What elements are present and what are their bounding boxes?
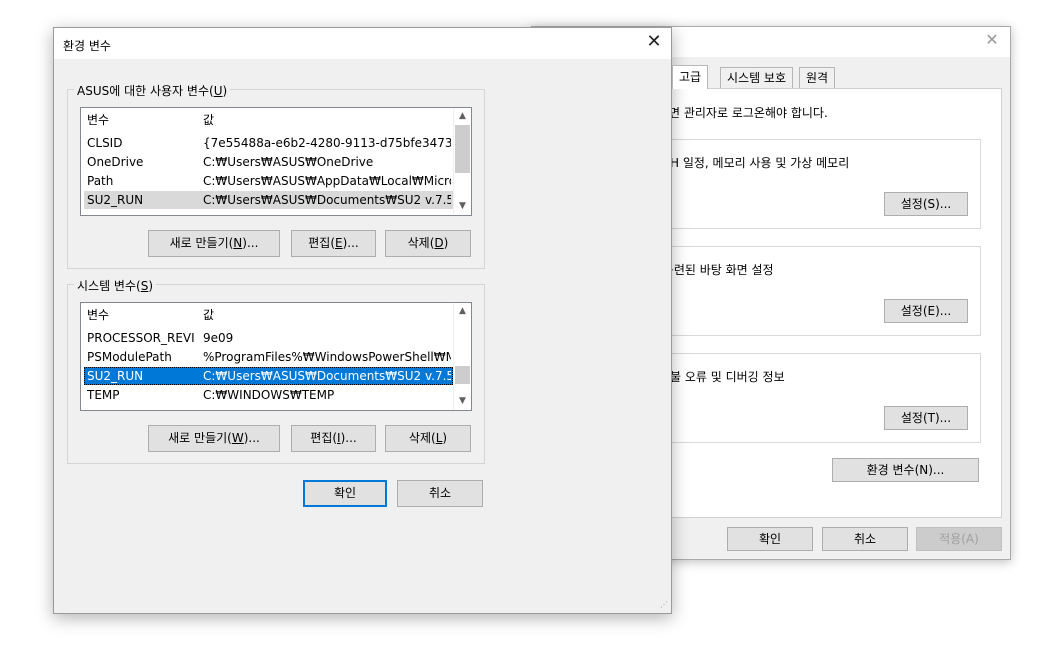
apply-button[interactable]: 적용(A) [916,527,1002,551]
performance-group: H 일정, 메모리 사용 및 가상 메모리 설정(S)... [661,139,981,229]
ok-button[interactable]: 확인 [727,527,813,551]
user-edit-button[interactable]: 편집(E)... [291,230,376,257]
table-row[interactable]: PROCESSOR_REVI... 9e09 [84,329,453,347]
startup-recovery-settings-button[interactable]: 설정(T)... [884,406,968,430]
dialog-title: 환경 변수 [63,39,111,53]
column-header-value[interactable]: 값 [203,306,214,323]
close-icon[interactable]: ✕ [645,33,663,51]
table-row[interactable]: TEMP C:₩WINDOWS₩TEMP [84,386,453,404]
vertical-scrollbar[interactable]: ▲ ▼ [453,303,471,410]
table-row[interactable]: PathC:₩Users₩ASUS₩AppData₩Local₩Microso.… [84,172,453,190]
scroll-up-icon[interactable]: ▲ [454,108,471,125]
table-row-selected[interactable]: SU2_RUNC:₩Users₩ASUS₩Documents₩SU2 v.7.5… [84,191,453,209]
list-header: 변수 값 [81,303,471,323]
system-variables-legend: 시스템 변수(S) [74,277,157,294]
environment-variables-button[interactable]: 환경 변수(N)... [832,458,979,482]
user-variables-list[interactable]: 변수 값 CLSID {7e55488a-e6b2-4280-9113-d75bf… [80,107,472,216]
user-profiles-description: ·련된 바탕 화면 설정 [670,263,774,277]
table-row-selected[interactable]: SU2_RUNC:₩Users₩ASUS₩Documents₩SU2 v.7.5… [84,367,453,385]
user-new-button[interactable]: 새로 만들기(N)... [148,230,280,257]
list-header: 변수 값 [81,108,471,128]
system-variables-list[interactable]: 변수 값 PROCESSOR_REVI... 9e09 PSModulePath%… [80,302,472,411]
performance-settings-button[interactable]: 설정(S)... [884,192,968,216]
startup-recovery-group: 불 오류 및 디버깅 정보 설정(T)... [661,353,981,443]
startup-recovery-description: 불 오류 및 디버깅 정보 [670,370,785,384]
cancel-button[interactable]: 취소 [397,480,483,507]
column-header-value[interactable]: 값 [203,111,214,128]
scroll-thumb[interactable] [455,366,470,384]
user-profiles-settings-button[interactable]: 설정(E)... [884,299,968,323]
system-new-button[interactable]: 새로 만들기(W)... [148,425,280,452]
user-variables-legend: ASUS에 대한 사용자 변수(U) [74,82,231,99]
environment-variables-dialog: 환경 변수 ✕ ASUS에 대한 사용자 변수(U) 변수 값 CLSID {7e… [53,27,672,614]
cancel-button[interactable]: 취소 [822,527,908,551]
tab-system-protection[interactable]: 시스템 보호 [720,67,794,89]
table-row[interactable]: CLSID {7e55488a-e6b2-4280-9113-d75bfe3473… [84,134,453,152]
scroll-up-icon[interactable]: ▲ [454,303,471,320]
ok-button[interactable]: 확인 [303,480,387,507]
performance-description: H 일정, 메모리 사용 및 가상 메모리 [670,156,850,170]
user-variables-group: ASUS에 대한 사용자 변수(U) 변수 값 CLSID {7e55488a-e… [67,82,485,269]
close-icon[interactable]: ✕ [984,32,1000,48]
scroll-thumb[interactable] [455,125,470,173]
column-header-variable[interactable]: 변수 [87,306,109,323]
column-header-variable[interactable]: 변수 [87,111,109,128]
vertical-scrollbar[interactable]: ▲ ▼ [453,108,471,215]
table-row[interactable]: PSModulePath %ProgramFiles%₩WindowsPowerS… [84,348,453,366]
scroll-down-icon[interactable]: ▼ [454,393,471,410]
environment-variables-titlebar: 환경 변수 ✕ [54,28,671,59]
table-row[interactable]: OneDrive C:₩Users₩ASUS₩OneDrive [84,153,453,171]
resize-grip-icon[interactable]: ⋰ [658,600,668,610]
system-edit-button[interactable]: 편집(I)... [291,425,376,452]
tab-remote[interactable]: 원격 [799,67,836,89]
user-delete-button[interactable]: 삭제(D) [385,230,471,257]
system-variables-group: 시스템 변수(S) 변수 값 PROCESSOR_REVI... 9e09 PSM… [67,277,485,464]
tab-advanced[interactable]: 고급 [672,65,709,89]
advanced-tab-panel: 면 관리자로 로그온해야 합니다. H 일정, 메모리 사용 및 가상 메모리 … [660,88,1002,518]
admin-note: 면 관리자로 로그온해야 합니다. [669,106,828,120]
scroll-down-icon[interactable]: ▼ [454,198,471,215]
user-profiles-group: ·련된 바탕 화면 설정 설정(E)... [661,246,981,336]
system-delete-button[interactable]: 삭제(L) [385,425,471,452]
